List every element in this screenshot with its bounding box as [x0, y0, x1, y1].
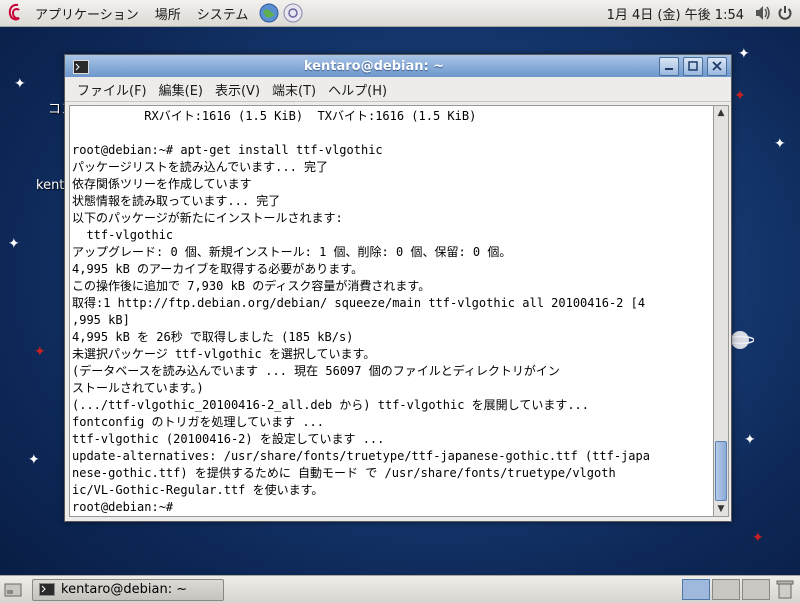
scroll-thumb[interactable] — [715, 441, 727, 501]
terminal-line: fontconfig のトリガを処理しています ... — [72, 415, 325, 429]
show-desktop-icon[interactable] — [4, 581, 22, 599]
star-decoration: ✦ — [28, 452, 40, 468]
places-menu[interactable]: 場所 — [147, 4, 189, 23]
terminal-line: 状態情報を読み取っています... 完了 — [72, 194, 281, 208]
clock[interactable]: 1月 4日 (金) 午後 1:54 — [599, 4, 752, 23]
terminal-line: 以下のパッケージが新たにインストールされます: — [72, 211, 343, 225]
menu-terminal[interactable]: 端末(T) — [266, 80, 322, 99]
workspace-switcher — [682, 579, 772, 600]
scrollbar[interactable]: ▲ ▼ — [713, 105, 729, 517]
terminal-line: 取得:1 http://ftp.debian.org/debian/ squee… — [72, 296, 646, 310]
terminal-line: 4,995 kB のアーカイブを取得する必要があります。 — [72, 262, 364, 276]
workspace-2[interactable] — [712, 579, 740, 600]
close-button[interactable] — [707, 56, 727, 76]
menu-view[interactable]: 表示(V) — [209, 80, 266, 99]
terminal-line: 4,995 kB を 26秒 で取得しました (185 kB/s) — [72, 330, 354, 344]
menu-edit[interactable]: 編集(E) — [153, 80, 209, 99]
system-menu[interactable]: システム — [189, 4, 257, 23]
terminal-line: RXバイト:1616 (1.5 KiB) TXバイト:1616 (1.5 KiB… — [72, 109, 477, 123]
bottom-panel: kentaro@debian: ~ — [0, 575, 800, 603]
volume-icon[interactable] — [752, 2, 774, 24]
star-decoration: ✦ — [734, 88, 746, 104]
star-decoration: ✦ — [34, 344, 46, 360]
star-decoration: ✦ — [774, 136, 786, 152]
trash-icon[interactable] — [776, 579, 794, 599]
menu-file[interactable]: ファイル(F) — [71, 80, 153, 99]
terminal-line: 未選択パッケージ ttf-vlgothic を選択しています。 — [72, 347, 376, 361]
window-title: kentaro@debian: ~ — [303, 58, 445, 74]
top-panel: アプリケーション 場所 システム 1月 4日 (金) 午後 1:54 — [0, 0, 800, 27]
debian-swirl-icon[interactable] — [5, 2, 27, 24]
star-decoration: ✦ — [744, 432, 756, 448]
terminal-line: ttf-vlgothic (20100416-2) を設定しています ... — [72, 432, 385, 446]
taskbar-item-label: kentaro@debian: ~ — [61, 582, 188, 597]
maximize-button[interactable] — [683, 56, 703, 76]
menubar: ファイル(F) 編集(E) 表示(V) 端末(T) ヘルプ(H) — [65, 77, 731, 102]
star-decoration: ✦ — [14, 76, 26, 92]
terminal-line: (データベースを読み込んでいます ... 現在 56097 個のファイルとディレ… — [72, 364, 560, 378]
minimize-button[interactable] — [659, 56, 679, 76]
terminal-icon — [39, 583, 55, 596]
workspace-3[interactable] — [742, 579, 770, 600]
workspace-1[interactable] — [682, 579, 710, 600]
terminal-line: この操作後に追加で 7,930 kB のディスク容量が消費されます。 — [72, 279, 431, 293]
star-decoration: ✦ — [752, 530, 764, 546]
power-icon[interactable] — [774, 2, 796, 24]
terminal-line: パッケージリストを読み込んでいます... 完了 — [72, 160, 329, 174]
scroll-down-icon[interactable]: ▼ — [714, 502, 728, 516]
terminal-line: update-alternatives: /usr/share/fonts/tr… — [72, 449, 650, 463]
terminal-icon — [73, 59, 89, 74]
star-decoration: ✦ — [738, 46, 750, 62]
terminal-line: ttf-vlgothic — [72, 228, 174, 242]
terminal-line: (.../ttf-vlgothic_20100416-2_all.deb から)… — [72, 398, 589, 412]
terminal-line: 依存関係ツリーを作成しています — [72, 177, 252, 191]
terminal-line: root@debian:~# apt-get install ttf-vlgot… — [72, 143, 383, 157]
mail-icon[interactable] — [282, 2, 304, 24]
star-decoration: ✦ — [8, 236, 20, 252]
web-browser-icon[interactable] — [258, 2, 280, 24]
menu-help[interactable]: ヘルプ(H) — [322, 80, 393, 99]
terminal-line: アップグレード: 0 個、新規インストール: 1 個、削除: 0 個、保留: 0… — [72, 245, 512, 259]
window-titlebar[interactable]: kentaro@debian: ~ — [65, 55, 731, 77]
taskbar-item-terminal[interactable]: kentaro@debian: ~ — [32, 578, 224, 601]
terminal-output[interactable]: RXバイト:1616 (1.5 KiB) TXバイト:1616 (1.5 KiB… — [69, 105, 714, 517]
applications-menu[interactable]: アプリケーション — [27, 4, 147, 23]
terminal-line: ic/VL-Gothic-Regular.ttf を使います。 — [72, 483, 324, 497]
terminal-line: root@debian:~# — [72, 500, 181, 514]
scroll-up-icon[interactable]: ▲ — [714, 106, 728, 120]
terminal-window: kentaro@debian: ~ ファイル(F) 編集(E) 表示(V) 端末… — [64, 54, 732, 522]
terminal-line: nese-gothic.ttf) を提供するために 自動モード で /usr/s… — [72, 466, 616, 480]
terminal-line: ストールされています。) — [72, 381, 204, 395]
terminal-line: ,995 kB] — [72, 313, 130, 327]
